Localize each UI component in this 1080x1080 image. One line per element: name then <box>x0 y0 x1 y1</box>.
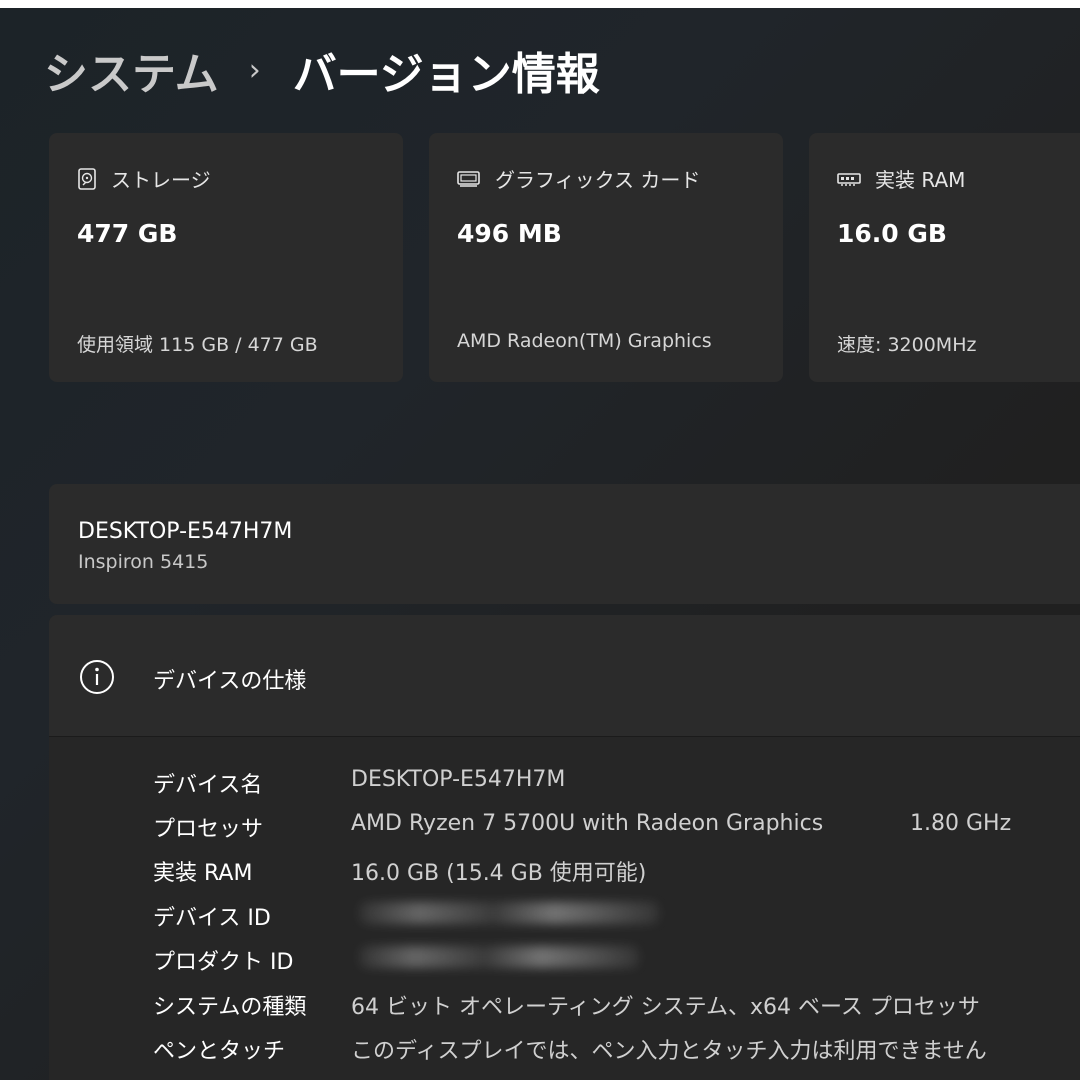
storage-card[interactable]: ストレージ 477 GB 使用領域 115 GB / 477 GB <box>49 133 403 382</box>
graphics-card-name: AMD Radeon(TM) Graphics <box>457 330 712 352</box>
spec-key: デバイス名 <box>153 773 263 798</box>
breadcrumb-system-link[interactable]: システム <box>44 38 219 102</box>
spec-key: デバイス ID <box>153 906 271 931</box>
spec-row-device-id: デバイス ID <box>49 892 1080 936</box>
device-name-card[interactable]: DESKTOP-E547H7M Inspiron 5415 <box>49 484 1080 604</box>
spec-key: システムの種類 <box>153 995 307 1020</box>
device-model: Inspiron 5415 <box>78 551 209 573</box>
spec-row-processor: プロセッサ AMD Ryzen 7 5700U with Radeon Grap… <box>49 803 1080 847</box>
spec-key: 実装 RAM <box>153 861 253 886</box>
spec-value: 16.0 GB (15.4 GB 使用可能) <box>351 861 647 886</box>
ram-label: 実装 RAM <box>875 168 966 192</box>
storage-label: ストレージ <box>111 168 211 192</box>
spec-value: DESKTOP-E547H7M <box>351 767 566 792</box>
device-name: DESKTOP-E547H7M <box>78 519 293 544</box>
device-specs-panel: デバイスの仕様 デバイス名 DESKTOP-E547H7M プロセッサ AMD … <box>49 615 1080 1080</box>
spec-key: プロダクト ID <box>153 950 294 975</box>
redacted-value <box>359 946 639 968</box>
spec-value-clock: 1.80 GHz <box>910 811 1012 836</box>
graphics-card[interactable]: グラフィックス カード 496 MB AMD Radeon(TM) Graphi… <box>429 133 783 382</box>
ram-card[interactable]: 実装 RAM 16.0 GB 速度: 3200MHz <box>809 133 1080 382</box>
graphics-memory-value: 496 MB <box>457 219 562 248</box>
spec-key: プロセッサ <box>153 817 264 842</box>
ram-speed: 速度: 3200MHz <box>837 334 977 356</box>
spec-value: 64 ビット オペレーティング システム、x64 ベース プロセッサ <box>351 995 980 1020</box>
graphics-card-header: グラフィックス カード <box>457 164 700 193</box>
device-specs-header[interactable]: デバイスの仕様 <box>49 615 1080 737</box>
graphics-card-icon <box>457 170 480 187</box>
storage-card-header: ストレージ <box>77 164 211 193</box>
spec-row-pen-touch: ペンとタッチ このディスプレイでは、ペン入力とタッチ入力は利用できません <box>49 1025 1080 1069</box>
info-icon <box>80 660 114 694</box>
page-title: バージョン情報 <box>292 49 600 100</box>
ram-value: 16.0 GB <box>837 219 947 248</box>
settings-window: システム › バージョン情報 ストレージ 477 GB 使用領域 115 GB … <box>0 8 1080 1080</box>
redacted-value <box>359 902 659 924</box>
breadcrumb: システム › バージョン情報 <box>44 40 600 100</box>
storage-value: 477 GB <box>77 219 178 248</box>
spec-row-device-name: デバイス名 DESKTOP-E547H7M <box>49 759 1080 803</box>
spec-row-ram: 実装 RAM 16.0 GB (15.4 GB 使用可能) <box>49 847 1080 891</box>
spec-value: AMD Ryzen 7 5700U with Radeon Graphics <box>351 811 824 836</box>
spec-row-system-type: システムの種類 64 ビット オペレーティング システム、x64 ベース プロセ… <box>49 981 1080 1025</box>
ram-module-icon <box>837 172 861 186</box>
chevron-right-icon: › <box>248 52 261 88</box>
spec-key: ペンとタッチ <box>153 1039 286 1064</box>
storage-usage: 使用領域 115 GB / 477 GB <box>77 334 318 356</box>
graphics-card-label: グラフィックス カード <box>495 168 701 192</box>
spec-row-product-id: プロダクト ID <box>49 936 1080 980</box>
spec-value: このディスプレイでは、ペン入力とタッチ入力は利用できません <box>351 1039 987 1064</box>
ram-card-header: 実装 RAM <box>837 164 965 193</box>
device-specs-title: デバイスの仕様 <box>153 669 307 694</box>
storage-drive-icon <box>78 167 96 190</box>
